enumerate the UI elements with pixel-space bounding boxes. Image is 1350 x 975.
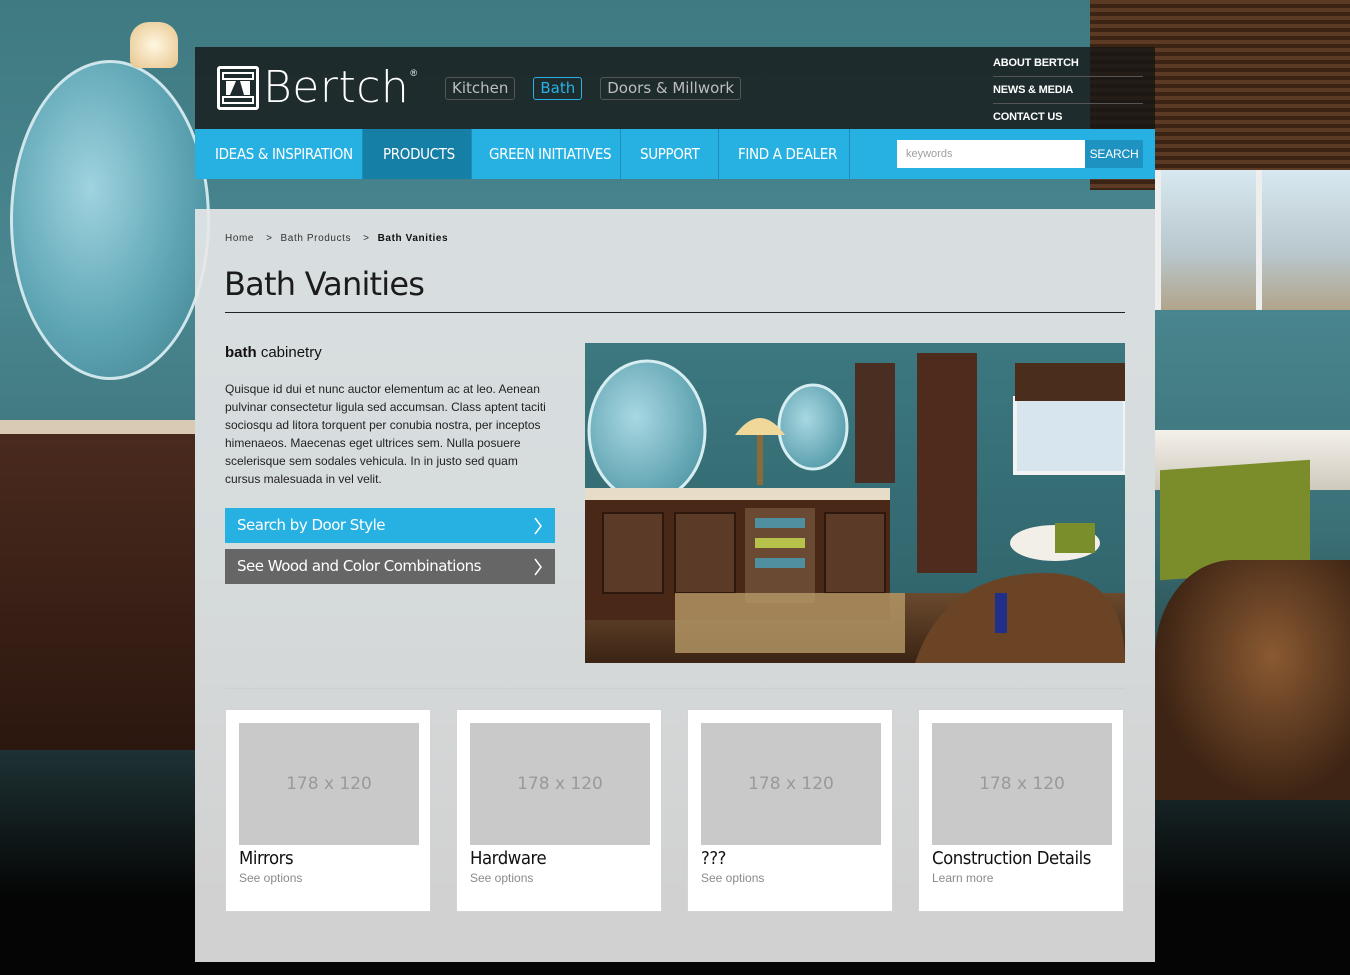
card-construction-details[interactable]: 178 x 120 Construction Details Learn mor…	[918, 709, 1124, 912]
card-thumbnail-placeholder: 178 x 120	[932, 723, 1112, 845]
chevron-right-icon	[534, 517, 542, 535]
cta-primary-label: Search by Door Style	[237, 516, 385, 534]
section-heading-bold: bath	[225, 344, 257, 361]
tab-bath[interactable]: Bath	[533, 77, 583, 100]
bertch-logo-icon	[217, 66, 259, 110]
card-thumbnail-placeholder: 178 x 120	[701, 723, 881, 845]
breadcrumb-bath-products[interactable]: Bath Products	[281, 233, 352, 244]
nav-find-a-dealer[interactable]: FIND A DEALER	[738, 129, 837, 179]
site-header: Bertch ® Kitchen Bath Doors & Millwork A…	[195, 47, 1155, 129]
link-contact-us[interactable]: CONTACT US	[993, 104, 1143, 131]
section-heading-rest: cabinetry	[260, 344, 322, 361]
utility-links: ABOUT BERTCH NEWS & MEDIA CONTACT US	[993, 50, 1143, 131]
card-link[interactable]: See options	[239, 871, 302, 885]
nav-divider	[471, 129, 472, 179]
card-link[interactable]: Learn more	[932, 871, 993, 885]
category-tabs: Kitchen Bath Doors & Millwork	[445, 77, 742, 100]
wood-color-combinations-button[interactable]: See Wood and Color Combinations	[225, 549, 555, 584]
link-news-media[interactable]: NEWS & MEDIA	[993, 77, 1143, 104]
cta-secondary-label: See Wood and Color Combinations	[237, 557, 481, 575]
nav-divider	[718, 129, 719, 179]
nav-divider	[849, 129, 850, 179]
hero-image	[585, 343, 1125, 663]
nav-ideas-inspiration[interactable]: IDEAS & INSPIRATION	[215, 129, 353, 179]
breadcrumb-separator: >	[363, 233, 370, 244]
card-title: ???	[701, 848, 726, 869]
tab-doors-millwork[interactable]: Doors & Millwork	[600, 77, 742, 100]
search-by-door-style-button[interactable]: Search by Door Style	[225, 508, 555, 543]
nav-divider	[620, 129, 621, 179]
nav-divider	[362, 129, 363, 179]
card-unknown[interactable]: 178 x 120 ??? See options	[687, 709, 893, 912]
card-thumbnail-placeholder: 178 x 120	[470, 723, 650, 845]
registered-mark: ®	[410, 68, 417, 78]
card-hardware[interactable]: 178 x 120 Hardware See options	[456, 709, 662, 912]
card-thumbnail-placeholder: 178 x 120	[239, 723, 419, 845]
tab-kitchen[interactable]: Kitchen	[445, 77, 516, 100]
page-title: Bath Vanities	[224, 265, 425, 303]
breadcrumb-current: Bath Vanities	[377, 233, 449, 244]
card-title: Construction Details	[932, 848, 1091, 869]
card-title: Hardware	[470, 848, 547, 869]
nav-products[interactable]: PRODUCTS	[383, 129, 455, 179]
main-nav: IDEAS & INSPIRATION PRODUCTS GREEN INITI…	[195, 129, 1155, 179]
link-about-bertch[interactable]: ABOUT BERTCH	[993, 50, 1143, 77]
section-heading: bath cabinetry	[225, 344, 322, 361]
card-link[interactable]: See options	[470, 871, 533, 885]
body-copy: Quisque id dui et nunc auctor elementum …	[225, 382, 546, 486]
card-title: Mirrors	[239, 848, 294, 869]
nav-green-initiatives[interactable]: GREEN INITIATIVES	[489, 129, 612, 179]
brand-name: Bertch	[263, 62, 410, 113]
breadcrumb-separator: >	[266, 233, 273, 244]
search-input[interactable]	[897, 140, 1085, 168]
title-divider	[225, 312, 1125, 313]
breadcrumb: Home > Bath Products > Bath Vanities	[225, 233, 448, 244]
brand-logo[interactable]: Bertch ®	[217, 66, 417, 110]
search-button[interactable]: SEARCH	[1085, 140, 1143, 168]
section-divider	[225, 688, 1125, 689]
breadcrumb-home[interactable]: Home	[225, 233, 254, 244]
nav-support[interactable]: SUPPORT	[640, 129, 700, 179]
content-panel: Home > Bath Products > Bath Vanities Bat…	[195, 209, 1155, 962]
card-link[interactable]: See options	[701, 871, 764, 885]
chevron-right-icon	[534, 558, 542, 576]
card-mirrors[interactable]: 178 x 120 Mirrors See options	[225, 709, 431, 912]
